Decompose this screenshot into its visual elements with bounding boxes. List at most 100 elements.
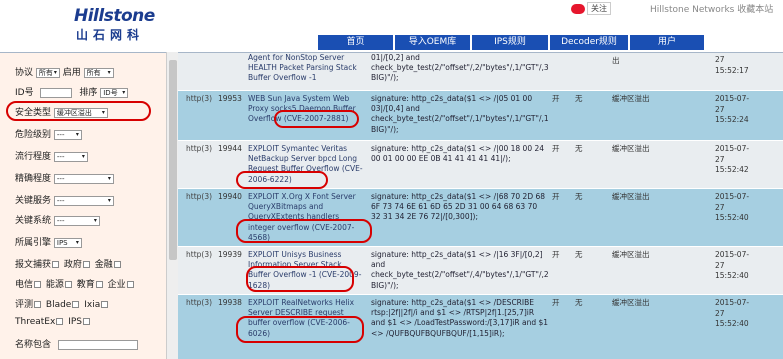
nav-home[interactable]: 首页 [318,35,393,50]
row-id: 19940 [218,192,242,201]
chevron-down-icon: ▾ [107,68,111,76]
row-category: 出 [612,56,620,65]
table-row[interactable]: Agent for NonStop Server HEALTH Packet P… [178,53,783,91]
ips-label: IPS [68,317,82,327]
key-system-select[interactable]: --- ▾ [53,215,100,226]
eval-checkbox[interactable] [34,301,42,308]
missed-checkbox[interactable] [52,261,60,268]
accuracy-value: --- [56,174,65,183]
site-link[interactable]: Hillstone Networks 收藏本站 [650,2,773,15]
highlight-cve [274,110,359,128]
row-category: 缓冲区溢出 [612,144,650,153]
energy-checkbox[interactable] [64,281,72,288]
engine-select[interactable]: IPS ▾ [53,237,82,248]
row-enabled: 开 [552,94,560,103]
row-category: 缓冲区溢出 [612,250,650,259]
name-contains-label: 名称包含 [15,340,52,350]
table-row[interactable]: http(3) 19953 WEB Sun Java System Web Pr… [178,91,783,141]
row-flag: 无 [575,94,583,103]
row-protocol: http(3) [186,250,213,259]
row-date: 2015-07- 27 15:52:40 [715,298,750,328]
row-name[interactable]: Agent for NonStop Server HEALTH Packet P… [248,53,366,84]
row-signature: 01|/[0,2] and check_byte_test(2/"offset"… [371,53,549,83]
scroll-thumb[interactable] [169,60,177,260]
popularity-filter: 流行程度 --- ▾ [15,149,88,162]
row-enabled: 开 [552,192,560,201]
row-category: 缓冲区溢出 [612,192,650,201]
chevron-down-icon: ▾ [122,88,126,96]
logo[interactable]: Hillstone [74,6,155,26]
row-date: 2015-07- 27 15:52:40 [715,192,750,222]
accuracy-filter: 精确程度 --- ▾ [15,171,114,184]
ixia-checkbox[interactable] [101,301,109,308]
highlight-security-type [6,101,151,121]
enable-label: 启用 [62,68,81,78]
row-date: 27 15:52:17 [715,55,749,75]
enterprise-checkbox[interactable] [126,281,134,288]
telecom-checkbox[interactable] [34,281,42,288]
accuracy-label: 精确程度 [15,174,52,184]
nav-decoder-rules[interactable]: Decoder规则 [550,35,628,50]
highlight-cve [236,171,328,189]
logo-chinese: 山石网科 [76,28,145,42]
source-checkboxes: ThreatEx IPS [15,317,92,327]
enterprise-label: 企业 [107,280,126,290]
highlight-cve [236,316,364,343]
ips-checkbox[interactable] [82,318,90,325]
accuracy-select[interactable]: --- ▾ [53,173,114,184]
edu-checkbox[interactable] [95,281,103,288]
row-protocol: http(3) [186,298,213,307]
row-flag: 无 [575,144,583,153]
danger-label: 危险级别 [15,130,52,140]
row-id: 19939 [218,250,242,259]
row-protocol: http(3) [186,192,213,201]
id-input[interactable] [40,87,73,98]
row-signature: signature: http_c2s_data($1 <> /DESCRIBE… [371,298,549,338]
gov-checkbox[interactable] [82,261,90,268]
chevron-down-icon: ▾ [75,130,79,138]
key-system-label: 关键系统 [15,216,52,226]
chevron-down-icon: ▾ [93,216,97,224]
finance-label: 金融 [94,260,113,270]
name-contains-input[interactable] [57,339,138,350]
key-system-filter: 关键系统 --- ▾ [15,213,100,226]
finance-checkbox[interactable] [113,261,121,268]
row-signature: signature: http_c2s_data($1 <> /|05 01 0… [371,94,549,134]
nav-users[interactable]: 用户 [630,35,704,50]
row-date: 2015-07- 27 15:52:40 [715,250,750,280]
nav-import-oem[interactable]: 导入OEM库 [395,35,470,50]
eval-label: 评测 [15,300,34,310]
row-flag: 无 [575,298,583,307]
highlight-cve [236,219,372,243]
row-enabled: 开 [552,298,560,307]
telecom-label: 电信 [15,280,34,290]
row-id: 19953 [218,94,242,103]
row-id: 19938 [218,298,242,307]
enable-select[interactable]: 所有 ▾ [83,67,114,78]
threatex-checkbox[interactable] [56,318,64,325]
chevron-down-icon: ▾ [75,238,79,246]
row-category: 缓冲区溢出 [612,298,650,307]
key-service-select[interactable]: --- ▾ [53,195,114,206]
protocol-select[interactable]: 所有 ▾ [35,67,60,78]
weibo-follow-button[interactable]: 关注 [571,2,611,15]
blade-checkbox[interactable] [72,301,80,308]
row-date: 2015-07- 27 15:52:42 [715,144,750,174]
chevron-down-icon: ▾ [107,196,111,204]
chevron-down-icon: ▾ [81,152,85,160]
protocol-filter: 协议 所有 ▾ 启用 所有 ▾ [15,65,114,78]
nav-ips-rules[interactable]: IPS规则 [472,35,548,50]
edu-label: 教育 [76,280,95,290]
id-label: ID号 [15,88,34,98]
key-system-value: --- [56,216,65,225]
danger-select[interactable]: --- ▾ [53,129,82,140]
chevron-down-icon: ▾ [107,174,111,182]
row-category: 缓冲区溢出 [612,94,650,103]
sort-select[interactable]: ID号 ▾ [100,87,129,98]
ixia-label: Ixia [84,300,101,310]
popularity-select[interactable]: --- ▾ [53,151,88,162]
row-enabled: 开 [552,250,560,259]
sort-label: 排序 [79,88,98,98]
scrollbar[interactable] [166,52,178,359]
row-flag: 无 [575,250,583,259]
